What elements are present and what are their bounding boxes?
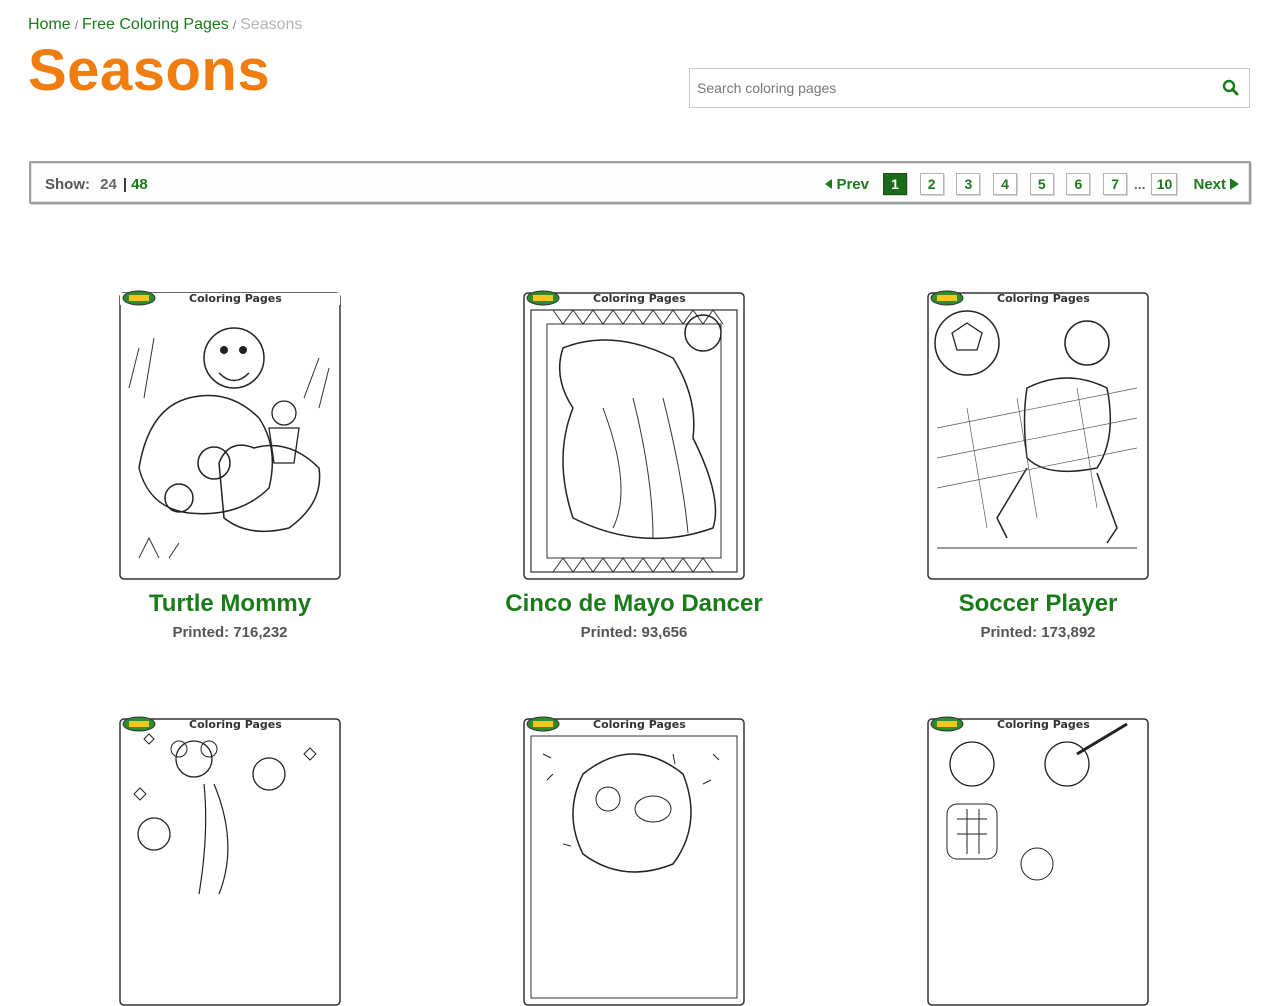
page-3-button[interactable]: 3: [956, 173, 981, 195]
card-title-link[interactable]: Turtle Mommy: [70, 590, 390, 618]
thumb-header-label: Coloring Pages: [997, 292, 1090, 305]
thumb-header-label: Coloring Pages: [189, 718, 282, 731]
coloring-page-thumbnail[interactable]: Coloring Pages: [523, 714, 745, 1006]
coloring-page-thumbnail[interactable]: Coloring Pages: [927, 714, 1149, 1006]
pagination-ellipsis: ...: [1133, 176, 1146, 192]
search-input[interactable]: [690, 69, 1217, 107]
print-count: Printed: 716,232: [172, 624, 288, 641]
show-separator: |: [122, 176, 128, 193]
thumb-header-label: Coloring Pages: [997, 718, 1090, 731]
print-count: Printed: 173,892: [980, 624, 1096, 641]
card-title-link[interactable]: Cinco de Mayo Dancer: [474, 590, 794, 618]
breadcrumb-separator: /: [232, 18, 237, 32]
thumb-header-label: Coloring Pages: [189, 292, 282, 305]
page-10-button[interactable]: 10: [1151, 173, 1178, 195]
print-count: Printed: 93,656: [580, 624, 688, 641]
coloring-page-thumbnail-cinco-de-mayo-dancer[interactable]: Coloring Pages: [523, 288, 745, 580]
page-5-button[interactable]: 5: [1029, 173, 1054, 195]
next-label: Next: [1193, 175, 1226, 193]
breadcrumb-section-link[interactable]: Free Coloring Pages: [82, 16, 229, 33]
breadcrumb-home-link[interactable]: Home: [28, 16, 71, 33]
page-1-button[interactable]: 1: [883, 173, 907, 195]
page-7-button[interactable]: 7: [1103, 173, 1128, 195]
page-2-button[interactable]: 2: [919, 173, 944, 195]
thumb-header-label: Coloring Pages: [593, 718, 686, 731]
breadcrumb: Home / Free Coloring Pages / Seasons: [28, 16, 302, 34]
show-48-option[interactable]: 48: [131, 176, 148, 193]
search-box: [689, 68, 1250, 108]
prev-label: Prev: [836, 175, 869, 193]
page-4-button[interactable]: 4: [993, 173, 1018, 195]
breadcrumb-separator: /: [74, 18, 79, 32]
show-24-option[interactable]: 24: [100, 176, 117, 193]
caret-left-icon: [825, 179, 833, 189]
prev-page-link[interactable]: Prev: [825, 176, 869, 193]
coloring-page-thumbnail-soccer-player[interactable]: Coloring Pages: [927, 288, 1149, 580]
breadcrumb-current: Seasons: [240, 16, 303, 33]
page-links: Prev 1 2 3 4 5 6 7 ... 10 Next: [825, 172, 1239, 196]
next-page-link[interactable]: Next: [1193, 176, 1239, 193]
pagination-bar: Show: 24 | 48 Prev 1 2 3 4 5 6 7 ... 10 Ne…: [29, 161, 1251, 204]
search-icon[interactable]: [1221, 78, 1241, 98]
coloring-page-thumbnail[interactable]: Coloring Pages: [119, 714, 341, 1006]
page-6-button[interactable]: 6: [1066, 173, 1091, 195]
caret-right-icon: [1230, 178, 1239, 190]
show-count-selector: Show: 24 | 48: [45, 176, 148, 193]
card-title-link[interactable]: Soccer Player: [878, 590, 1198, 618]
coloring-page-thumbnail-turtle-mommy[interactable]: Coloring Pages: [119, 288, 341, 580]
show-label: Show:: [45, 176, 90, 193]
thumb-header-label: Coloring Pages: [593, 292, 686, 305]
page-title: Seasons: [28, 38, 271, 103]
